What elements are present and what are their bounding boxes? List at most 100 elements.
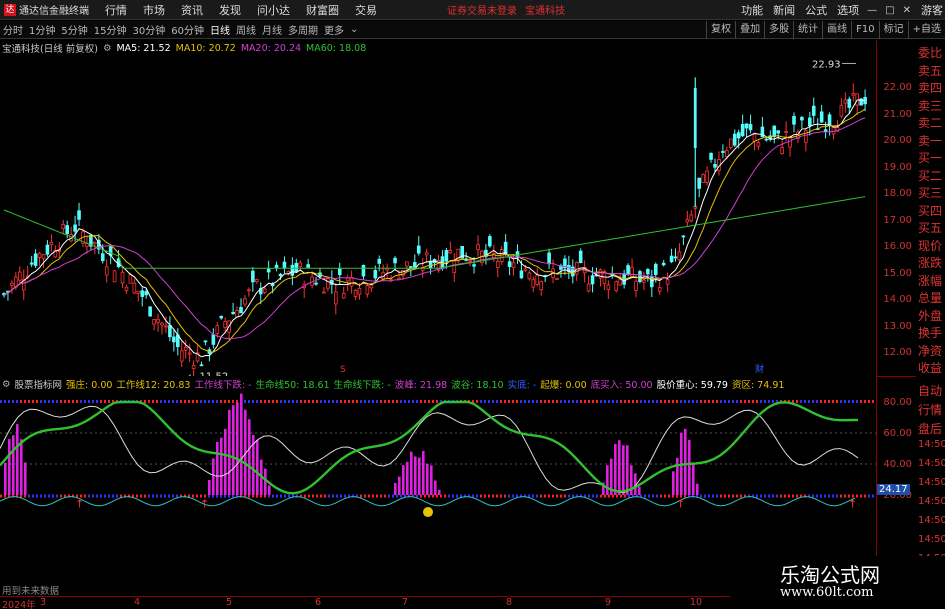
bottom-band-dot: [716, 494, 718, 498]
bottom-band-dot: [596, 494, 598, 498]
top-band-dot: [16, 400, 18, 403]
quote-side-panel-bottom[interactable]: 自动行情盘后14:5014:5014:5014:5014:5014:5014:5…: [917, 380, 945, 580]
top-band-dot: [564, 400, 566, 403]
top-band-dot: [692, 400, 694, 403]
menu-news-feed[interactable]: 新闻: [773, 2, 795, 18]
indicator-bar: [394, 482, 397, 495]
bottom-band-dot: [60, 494, 62, 498]
candle-body: [278, 273, 283, 277]
bottom-band-dot: [492, 494, 494, 498]
menu-wealth-circle[interactable]: 财富圈: [306, 2, 339, 18]
candle-body: [547, 252, 551, 265]
bottom-band-dot: [868, 494, 870, 498]
period-intraday[interactable]: 分时: [3, 22, 23, 37]
candle-body: [132, 282, 137, 294]
top-band-dot: [340, 400, 342, 403]
menu-trade[interactable]: 交易: [355, 2, 377, 18]
quote-field-10[interactable]: 买五: [918, 219, 942, 236]
candle-body: [669, 255, 674, 263]
month-label: 9: [605, 597, 612, 608]
guest-label[interactable]: 游客: [921, 2, 943, 18]
quote-field-11[interactable]: 现价: [918, 237, 942, 254]
adjust-price-button[interactable]: 复权: [706, 21, 735, 39]
top-band-dot: [852, 400, 854, 403]
period-1min[interactable]: 1分钟: [29, 22, 55, 37]
top-band-dot: [300, 400, 302, 403]
quote-field-15[interactable]: 外盘: [918, 307, 942, 324]
chart-area[interactable]: 22.93← 11.52S财 ↑↑↑↑: [0, 40, 876, 609]
candle-body: [164, 325, 168, 328]
period-30min[interactable]: 30分钟: [132, 22, 165, 37]
bottom-band-dot: [724, 494, 726, 498]
quote-field-7[interactable]: 买二: [918, 167, 942, 184]
indicator-bar: [606, 465, 609, 495]
top-band-dot: [832, 400, 834, 403]
side-bottom-item-1[interactable]: 行情: [918, 401, 942, 418]
menu-news[interactable]: 资讯: [181, 2, 203, 18]
candle-body: [792, 116, 796, 125]
quote-side-panel[interactable]: 委比 卖五 卖四 卖三 卖二 卖一 买一 买二 买三 买四 买五 现价 涨跌 涨幅 总量 外盘 换手 净资 收益: [917, 40, 945, 376]
settings-icon[interactable]: ⚙: [103, 43, 112, 54]
quote-field-16[interactable]: 换手: [918, 324, 942, 341]
menu-market[interactable]: 市场: [143, 2, 165, 18]
quote-field-14[interactable]: 总量: [918, 289, 942, 306]
menu-discover[interactable]: 发现: [219, 2, 241, 18]
menu-formula[interactable]: 公式: [805, 2, 827, 18]
draw-line-button[interactable]: 画线: [822, 21, 851, 39]
bottom-band-dot: [824, 494, 826, 498]
f10-button[interactable]: F10: [851, 21, 878, 39]
quote-field-12[interactable]: 涨跌: [918, 254, 942, 271]
period-multi[interactable]: 多周期: [288, 22, 318, 37]
candlestick-chart[interactable]: 22.93← 11.52S财: [0, 40, 876, 376]
candle-body: [721, 151, 725, 153]
top-band-dot: [312, 400, 314, 403]
future-data-note: 用到未来数据: [2, 586, 60, 597]
period-5min[interactable]: 5分钟: [61, 22, 87, 37]
mark-button[interactable]: 标记: [878, 21, 908, 39]
quote-field-1[interactable]: 卖五: [918, 62, 942, 79]
menu-market-quotes[interactable]: 行情: [105, 2, 127, 18]
menu-functions[interactable]: 功能: [741, 2, 763, 18]
candle-body: [215, 325, 220, 334]
chevron-down-icon[interactable]: ⌄: [350, 24, 358, 35]
period-15min[interactable]: 15分钟: [94, 22, 127, 37]
add-watchlist-button[interactable]: +自选: [907, 21, 945, 39]
close-icon[interactable]: ✕: [903, 5, 911, 16]
gear-icon[interactable]: ⚙: [2, 379, 11, 390]
quote-field-9[interactable]: 买四: [918, 202, 942, 219]
broker-login-status[interactable]: 证券交易未登录: [447, 2, 517, 17]
top-band-dot: [88, 400, 90, 403]
top-band-dot: [816, 400, 818, 403]
overlay-button[interactable]: 叠加: [735, 21, 764, 39]
quote-field-3[interactable]: 卖三: [918, 97, 942, 114]
period-daily[interactable]: 日线: [210, 22, 230, 37]
quote-field-6[interactable]: 买一: [918, 149, 942, 166]
quote-field-4[interactable]: 卖二: [918, 114, 942, 131]
quote-field-13[interactable]: 涨幅: [918, 272, 942, 289]
quote-field-18[interactable]: 收益: [918, 359, 942, 376]
quote-field-2[interactable]: 卖四: [918, 79, 942, 96]
quote-field-8[interactable]: 买三: [918, 184, 942, 201]
maximize-icon[interactable]: □: [885, 5, 894, 16]
side-bottom-item-7: 14:50: [918, 515, 945, 526]
side-bottom-item-0[interactable]: 自动: [918, 382, 942, 399]
menu-ask-xiaoda[interactable]: 问小达: [257, 2, 290, 18]
top-band-dot: [860, 400, 862, 403]
period-weekly[interactable]: 周线: [236, 22, 256, 37]
minimize-icon[interactable]: —: [867, 5, 877, 16]
period-more[interactable]: 更多: [324, 22, 344, 37]
menu-options[interactable]: 选项: [837, 2, 859, 18]
top-band-dot: [376, 400, 378, 403]
period-60min[interactable]: 60分钟: [171, 22, 204, 37]
bottom-band-dot: [792, 494, 794, 498]
top-band-dot: [556, 400, 558, 403]
quote-field-17[interactable]: 净资: [918, 342, 942, 359]
top-band-dot: [380, 400, 382, 403]
statistics-button[interactable]: 统计: [793, 21, 822, 39]
indicator-bar: [20, 439, 23, 495]
multi-stock-button[interactable]: 多股: [764, 21, 793, 39]
quote-field-5[interactable]: 卖一: [918, 132, 942, 149]
side-bottom-item-2[interactable]: 盘后: [918, 420, 942, 437]
quote-field-0[interactable]: 委比: [918, 44, 942, 61]
period-monthly[interactable]: 月线: [262, 22, 282, 37]
